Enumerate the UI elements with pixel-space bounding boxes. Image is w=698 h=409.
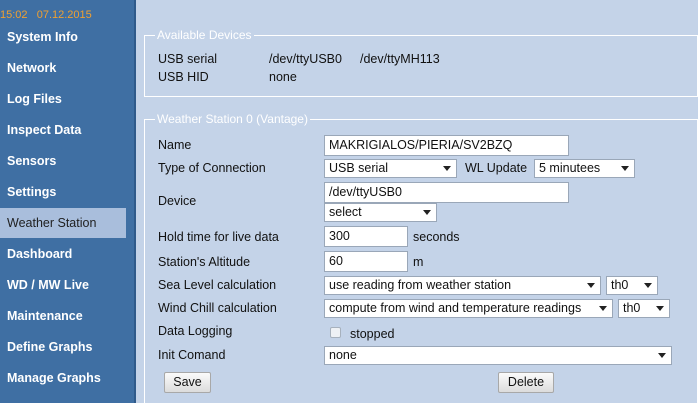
wind-chill-sensor-value: th0 <box>623 301 641 315</box>
connection-type-select[interactable]: USB serial <box>324 159 457 178</box>
main-content: Available Devices USB serial /dev/ttyUSB… <box>136 0 698 409</box>
chevron-down-icon <box>587 283 595 288</box>
name-input[interactable]: MAKRIGIALOS/PIERIA/SV2BZQ <box>324 135 569 156</box>
data-logging-label: Data Logging <box>158 324 233 338</box>
chevron-down-icon <box>658 353 666 358</box>
save-button[interactable]: Save <box>164 372 211 393</box>
wind-chill-value: compute from wind and temperature readin… <box>329 301 582 315</box>
sea-level-sensor-select[interactable]: th0 <box>606 276 658 295</box>
wind-chill-label: Wind Chill calculation <box>158 301 277 315</box>
sidebar-item-log-files[interactable]: Log Files <box>0 84 126 114</box>
sidebar-item-system-info[interactable]: System Info <box>0 22 126 52</box>
sidebar-item-define-graphs[interactable]: Define Graphs <box>0 332 126 362</box>
connection-type-label: Type of Connection <box>158 161 266 175</box>
device-input[interactable]: /dev/ttyUSB0 <box>324 182 569 203</box>
usb-serial-label: USB serial <box>158 52 218 66</box>
wl-update-label: WL Update <box>465 161 528 175</box>
chevron-down-icon <box>423 210 431 215</box>
usb-serial-device-1: /dev/ttyUSB0 <box>269 52 342 66</box>
usb-hid-value: none <box>269 70 297 84</box>
sidebar-item-inspect-data[interactable]: Inspect Data <box>0 115 126 145</box>
sidebar-item-wd-mw-live[interactable]: WD / MW Live <box>0 270 126 300</box>
chevron-down-icon <box>656 306 664 311</box>
current-time: 15:02 <box>0 9 28 21</box>
sidebar-item-weather-station[interactable]: Weather Station <box>0 208 126 238</box>
sidebar-item-network[interactable]: Network <box>0 53 126 83</box>
usb-hid-label: USB HID <box>158 70 209 84</box>
name-label: Name <box>158 138 192 152</box>
sidebar-item-sensors[interactable]: Sensors <box>0 146 126 176</box>
usb-serial-device-2: /dev/ttyMH113 <box>360 52 440 66</box>
hold-time-input[interactable]: 300 <box>324 226 408 247</box>
sea-level-sensor-value: th0 <box>611 278 629 292</box>
sea-level-select[interactable]: use reading from weather station <box>324 276 601 295</box>
altitude-unit: m <box>413 255 424 269</box>
connection-type-value: USB serial <box>329 161 389 175</box>
device-select-value: select <box>329 205 362 219</box>
sidebar-item-settings[interactable]: Settings <box>0 177 126 207</box>
weather-station-legend: Weather Station 0 (Vantage) <box>155 112 310 127</box>
chevron-down-icon <box>644 283 652 288</box>
sidebar: 15:02 07.12.2015 System Info Network Log… <box>0 0 134 403</box>
delete-button[interactable]: Delete <box>498 372 554 393</box>
sea-level-value: use reading from weather station <box>329 278 512 292</box>
sidebar-item-maintenance[interactable]: Maintenance <box>0 301 126 331</box>
datetime: 15:02 07.12.2015 <box>0 8 92 22</box>
data-logging-status: stopped <box>350 327 395 341</box>
wl-update-value: 5 minutees <box>539 161 601 175</box>
wl-update-select[interactable]: 5 minutees <box>534 159 635 178</box>
init-command-label: Init Comand <box>158 348 226 362</box>
wind-chill-sensor-select[interactable]: th0 <box>618 299 670 318</box>
altitude-label: Station's Altitude <box>158 255 251 269</box>
hold-time-label: Hold time for live data <box>158 230 279 244</box>
available-devices-legend: Available Devices <box>155 28 254 43</box>
chevron-down-icon <box>621 166 629 171</box>
init-command-value: none <box>329 348 357 362</box>
sea-level-label: Sea Level calculation <box>158 278 277 292</box>
current-date: 07.12.2015 <box>36 9 92 21</box>
device-select[interactable]: select <box>324 203 437 222</box>
chevron-down-icon <box>599 306 607 311</box>
data-logging-checkbox[interactable] <box>330 327 341 338</box>
init-command-select[interactable]: none <box>324 346 672 365</box>
hold-time-unit: seconds <box>413 230 460 244</box>
chevron-down-icon <box>443 166 451 171</box>
altitude-input[interactable]: 60 <box>324 251 408 272</box>
sidebar-item-manage-graphs[interactable]: Manage Graphs <box>0 363 126 393</box>
sidebar-item-dashboard[interactable]: Dashboard <box>0 239 126 269</box>
wind-chill-select[interactable]: compute from wind and temperature readin… <box>324 299 613 318</box>
device-label: Device <box>158 194 197 208</box>
